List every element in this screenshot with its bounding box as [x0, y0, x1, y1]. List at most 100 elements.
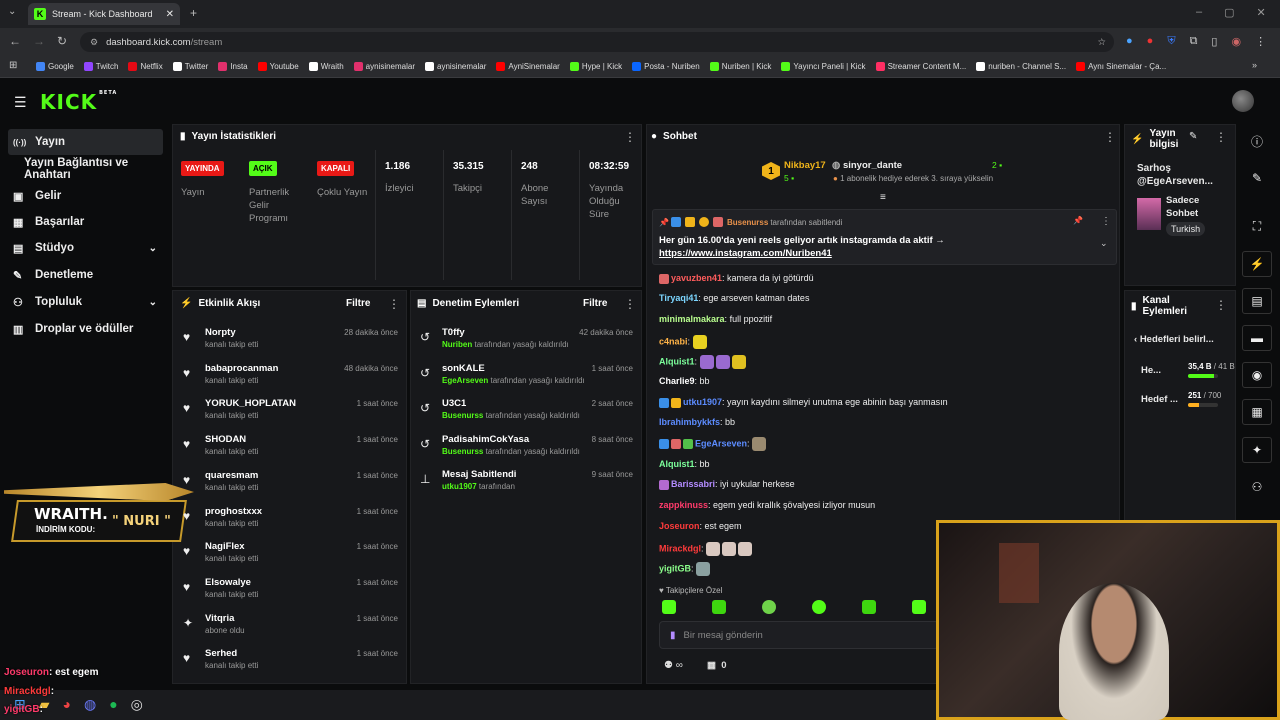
- moderation-item[interactable]: ↺ T0ffy Nuriben tarafından yasağı kaldırıl…: [420, 327, 633, 361]
- back-icon[interactable]: ←: [9, 34, 21, 48]
- points-display[interactable]: ▦ 0: [707, 660, 727, 671]
- info-icon[interactable]: ⓘ: [1242, 128, 1272, 154]
- chat-username[interactable]: yigitGB: [659, 563, 691, 573]
- obs-icon[interactable]: ◎: [131, 696, 143, 713]
- sidepanel-icon[interactable]: ▯: [1211, 35, 1217, 48]
- bookmark-item[interactable]: Nuriben | Kick: [709, 62, 771, 71]
- moderation-item[interactable]: ↺ U3C1 Busenurss tarafından yasağı kaldırı…: [420, 398, 633, 432]
- chat-username[interactable]: Alquist1: [659, 459, 695, 469]
- activity-item[interactable]: ♥ YORUK_HOPLATAN kanalı takip etti 1 saat ö…: [183, 398, 398, 432]
- quick-action-wrench-icon[interactable]: ✦: [1242, 437, 1272, 463]
- bookmark-item[interactable]: Streamer Content M...: [875, 62, 966, 71]
- emote-icon[interactable]: [712, 600, 726, 614]
- emote-icon[interactable]: [912, 600, 926, 614]
- pinned-by-user[interactable]: Busenurss: [727, 218, 768, 227]
- chevron-down-icon[interactable]: ⌄: [149, 243, 157, 254]
- sidebar-item[interactable]: ▥ Droplar ve ödüller: [8, 316, 163, 342]
- stats-menu-icon[interactable]: ⋮: [624, 130, 636, 144]
- add-action-icon[interactable]: ⚇: [1242, 474, 1272, 500]
- chat-username[interactable]: EgeArseven: [695, 438, 747, 448]
- browser-tab[interactable]: K Stream - Kick Dashboard ✕: [28, 3, 180, 25]
- chat-username[interactable]: Alquist1: [659, 356, 695, 366]
- pinned-link[interactable]: https://www.instagram.com/Nuriben41: [659, 248, 832, 259]
- quick-action-bolt-icon[interactable]: ⚡: [1242, 251, 1272, 277]
- activity-item[interactable]: ♥ proghostxxx kanalı takip etti 1 saat önce: [183, 506, 398, 540]
- bookmark-item[interactable]: Netflix: [128, 62, 163, 71]
- edit-icon[interactable]: ✎: [1242, 165, 1272, 191]
- chevron-down-icon[interactable]: ⌄: [149, 297, 157, 308]
- spotify-icon[interactable]: ●: [109, 696, 117, 713]
- extensions-puzzle-icon[interactable]: ⧉: [1190, 35, 1198, 48]
- activity-item[interactable]: ♥ NagiFlex kanalı takip etti 1 saat önce: [183, 541, 398, 575]
- chat-username[interactable]: yavuzben41: [671, 273, 722, 283]
- sidebar-item[interactable]: ▤ Stüdyo ⌄: [8, 235, 163, 261]
- chat-username[interactable]: minimalmakara: [659, 314, 725, 324]
- sidebar-item[interactable]: ✎ Denetleme: [8, 262, 163, 288]
- users-icon[interactable]: ⚉ ∞: [664, 660, 683, 671]
- channel-actions-menu-icon[interactable]: ⋮: [1215, 298, 1227, 312]
- minimize-icon[interactable]: –: [1196, 6, 1202, 19]
- chat-username[interactable]: Charlie9: [659, 376, 695, 386]
- activity-menu-icon[interactable]: ⋮: [388, 297, 400, 311]
- chat-username[interactable]: zappkinuss: [659, 500, 708, 510]
- close-tab-icon[interactable]: ✕: [166, 9, 174, 20]
- sidebar-item[interactable]: Yayın Bağlantısı ve Anahtarı: [8, 156, 163, 182]
- bookmark-item[interactable]: nuriben - Channel S...: [976, 62, 1066, 71]
- bookmark-item[interactable]: Wraith: [308, 62, 344, 71]
- kick-logo[interactable]: KICK BETA: [40, 90, 117, 114]
- bookmark-item[interactable]: Posta - Nuriben: [632, 62, 700, 71]
- chat-username[interactable]: Ibrahimbykkfs: [659, 417, 720, 427]
- activity-filter-button[interactable]: Filtre: [346, 298, 370, 309]
- stream-info-menu-icon[interactable]: ⋮: [1215, 130, 1227, 144]
- quick-action-doc-icon[interactable]: ▤: [1242, 288, 1272, 314]
- site-info-icon[interactable]: ⚙: [90, 37, 98, 48]
- leader-name[interactable]: Nikbay17: [784, 160, 826, 171]
- activity-item[interactable]: ♥ Serhed kanalı takip etti 1 saat önce: [183, 648, 398, 682]
- expand-pinned-icon[interactable]: ⌄: [1100, 238, 1108, 249]
- microphone-icon[interactable]: ▮: [670, 630, 676, 641]
- bookmark-item[interactable]: Yayıncı Paneli | Kick: [781, 62, 866, 71]
- new-tab-icon[interactable]: +: [190, 6, 197, 20]
- chat-input[interactable]: ▮ Bir mesaj gönderin: [659, 621, 939, 649]
- all-bookmarks-icon[interactable]: »: [1252, 60, 1257, 70]
- quick-action-broadcast-icon[interactable]: ◉: [1242, 362, 1272, 388]
- pinned-menu-icon[interactable]: ⋮: [1101, 216, 1111, 227]
- chat-username[interactable]: Barissabri: [671, 479, 715, 489]
- quick-action-layout-icon[interactable]: ▦: [1242, 399, 1272, 425]
- hamburger-menu-icon[interactable]: ☰: [14, 94, 27, 111]
- extension-red-icon[interactable]: ●: [1147, 35, 1154, 48]
- chrome-icon[interactable]: ◕: [63, 696, 71, 713]
- bookmark-item[interactable]: AyniSinemalar: [496, 62, 560, 71]
- chat-username[interactable]: Mirackdgl: [659, 543, 701, 553]
- moderation-filter-button[interactable]: Filtre: [583, 298, 607, 309]
- activity-item[interactable]: ♥ Elsowalye kanalı takip etti 1 saat önce: [183, 577, 398, 611]
- activity-item[interactable]: ♥ babaprocanman kanalı takip etti 48 dakika…: [183, 363, 398, 397]
- sidebar-item[interactable]: ▣ Gelir: [8, 183, 163, 209]
- extension-blue-icon[interactable]: ●: [1126, 35, 1133, 48]
- activity-item[interactable]: ♥ Norpty kanalı takip etti 28 dakika önce: [183, 327, 398, 361]
- bookmark-item[interactable]: Google: [36, 62, 74, 71]
- maximize-icon[interactable]: ▢: [1224, 6, 1234, 19]
- sidebar-item[interactable]: ((·)) Yayın: [8, 129, 163, 155]
- user-avatar[interactable]: [1232, 90, 1254, 112]
- emote-icon[interactable]: [862, 600, 876, 614]
- browser-menu-icon[interactable]: ⋮: [1255, 35, 1266, 48]
- reload-icon[interactable]: ↻: [57, 34, 67, 48]
- profile-avatar-icon[interactable]: ◉: [1231, 35, 1241, 48]
- bookmark-item[interactable]: Insta: [218, 62, 248, 71]
- emote-icon[interactable]: [662, 600, 676, 614]
- forward-icon[interactable]: →: [33, 34, 45, 48]
- chat-username[interactable]: Tiryaqi41: [659, 293, 698, 303]
- extension-shield-icon[interactable]: ⛨: [1167, 35, 1175, 48]
- apps-grid-icon[interactable]: ⊞: [9, 60, 17, 71]
- bookmark-item[interactable]: Twitch: [83, 62, 118, 71]
- discord-icon[interactable]: ◍: [84, 696, 96, 713]
- bookmark-item[interactable]: aynisinemalar: [425, 62, 486, 71]
- chat-username[interactable]: utku1907: [683, 397, 722, 407]
- category-thumbnail[interactable]: [1137, 198, 1161, 230]
- edit-pencil-icon[interactable]: ✎: [1189, 131, 1197, 142]
- bookmark-star-icon[interactable]: ☆: [1097, 37, 1106, 48]
- activity-item[interactable]: ✦ Vitqria abone oldu 1 saat önce: [183, 613, 398, 647]
- chat-username[interactable]: Joseuron: [659, 521, 700, 531]
- second-name[interactable]: ◍ sinyor_dante: [832, 160, 902, 171]
